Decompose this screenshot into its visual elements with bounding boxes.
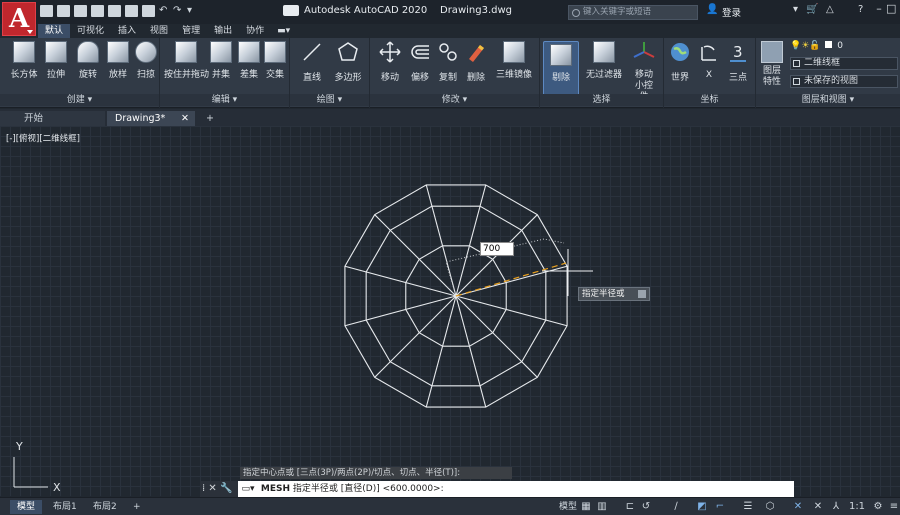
status-bar: 模型 布局1 布局2 + 模型 ▦ ▥ ⊏ ↺ ∕ ◩ ⌐ ☰ ⬡ ✕ ✕ ⅄ … <box>0 497 900 515</box>
layout1-tab[interactable]: 布局1 <box>46 500 84 514</box>
annotation-scale-value[interactable]: 1:1 <box>848 501 866 513</box>
dynamic-ucs-icon[interactable]: ✕ <box>792 501 804 513</box>
drawing-geometry: Y X <box>13 184 593 494</box>
mesh-spoke <box>374 214 457 297</box>
command-prompt-icon[interactable]: ▭▾ <box>238 481 258 497</box>
customize-wrench-icon[interactable]: 🔧 <box>220 483 232 494</box>
command-prompt: 指定半径或 [直径(D)] <600.0000>: <box>292 484 444 494</box>
mesh-spoke <box>374 295 457 378</box>
object-snap-tracking-icon[interactable]: ⌐ <box>714 501 726 513</box>
customize-status-icon[interactable]: ≡ <box>888 501 900 513</box>
dynamic-input-field[interactable]: 700 <box>480 242 514 256</box>
mesh-spoke <box>455 184 487 297</box>
svg-text:Y: Y <box>15 440 23 453</box>
gear-icon[interactable]: ⚙ <box>872 501 884 513</box>
isodraft-icon[interactable]: ∕ <box>670 501 682 513</box>
grip-icon[interactable]: ⁞ <box>202 483 205 494</box>
mesh-spoke <box>344 265 457 297</box>
mesh-spoke <box>425 184 457 297</box>
dynamic-prompt-tooltip: 指定半径或 <box>578 287 650 301</box>
polar-icon[interactable]: ↺ <box>640 501 652 513</box>
mesh-spoke <box>344 295 457 327</box>
add-layout-button[interactable]: + <box>126 500 148 514</box>
object-snap-icon[interactable]: ◩ <box>696 501 708 513</box>
command-name: MESH <box>260 484 290 494</box>
layout2-tab[interactable]: 布局2 <box>86 500 124 514</box>
close-command-icon[interactable]: ✕ <box>208 483 216 494</box>
3d-snap-icon[interactable]: ⬡ <box>764 501 776 513</box>
mesh-spoke <box>455 295 487 408</box>
annotation-scale-icon[interactable]: ⅄ <box>830 501 842 513</box>
infer-constraints-icon[interactable]: ⊏ <box>624 501 636 513</box>
annotation-visibility-icon[interactable]: ✕ <box>812 501 824 513</box>
model-tab[interactable]: 模型 <box>10 500 43 514</box>
mesh-spoke <box>425 295 457 408</box>
grid-icon[interactable]: ▦ <box>580 501 592 513</box>
snap-icon[interactable]: ▥ <box>596 501 608 513</box>
ucs-icon: Y X <box>13 440 61 494</box>
command-input[interactable]: ▭▾ MESH 指定半径或 [直径(D)] <600.0000>: <box>238 481 794 497</box>
lineweight-icon[interactable]: ☰ <box>742 501 754 513</box>
mesh-spoke <box>455 295 568 327</box>
command-line-controls: ⁞ ✕ 🔧 <box>200 481 238 497</box>
command-history: 指定中心点或 [三点(3P)/两点(2P)/切点、切点、半径(T)]: <box>240 467 512 479</box>
down-arrow-icon[interactable] <box>638 290 646 298</box>
mesh-spoke <box>455 295 538 378</box>
svg-text:X: X <box>53 481 61 494</box>
